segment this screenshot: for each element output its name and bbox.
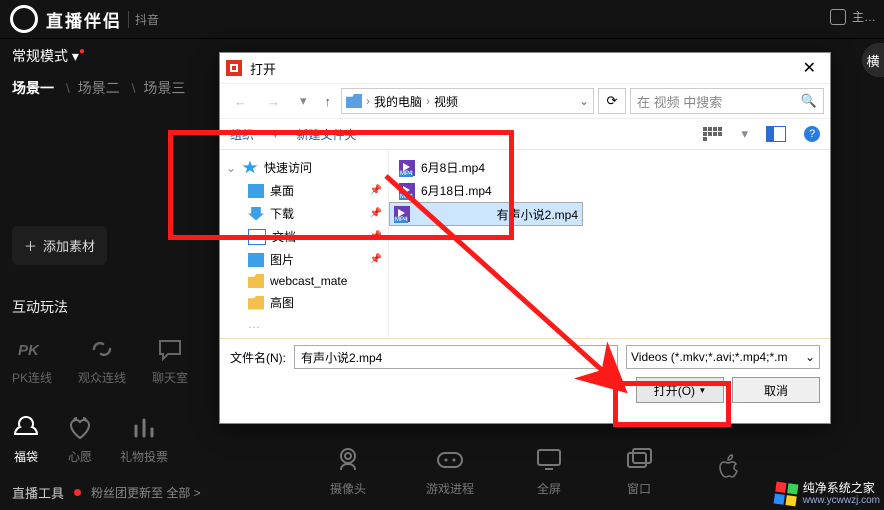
- topbar-icon[interactable]: [830, 9, 846, 25]
- breadcrumb[interactable]: › 我的电脑 › 视频 ⌄: [341, 88, 594, 114]
- source-game[interactable]: 游戏进程: [426, 444, 474, 497]
- chart-icon: [130, 414, 158, 442]
- dialog-title: 打开: [250, 59, 276, 78]
- filename-label: 文件名(N):: [230, 349, 286, 366]
- dialog-titlebar: 打开 ✕: [220, 53, 830, 83]
- refresh-button[interactable]: ⟳: [598, 88, 626, 114]
- monitor-icon: [534, 444, 564, 474]
- add-material-button[interactable]: ＋ 添加素材: [12, 226, 107, 265]
- tab-scene-1[interactable]: 场景一: [12, 80, 54, 96]
- watermark-name: 纯净系统之家: [803, 482, 880, 495]
- search-input[interactable]: 在 视频 中搜索 🔍: [630, 88, 824, 114]
- source-camera[interactable]: 摄像头: [330, 444, 366, 497]
- left-column: 常规模式 ▾● 场景一 \ 场景二 \ 场景三 ＋ 添加素材 互动玩法 PK P…: [0, 38, 214, 510]
- source-apple[interactable]: [714, 452, 744, 488]
- camera-icon: [333, 444, 363, 474]
- notification-dot-icon: [74, 489, 81, 496]
- source-window[interactable]: 窗口: [624, 444, 654, 497]
- annotation-highlight-open: [613, 381, 731, 427]
- watermark-logo-icon: [773, 481, 798, 506]
- window-icon: [624, 444, 654, 474]
- nav-recent-button[interactable]: ▾: [292, 89, 315, 113]
- tree-pictures[interactable]: 图片📌: [224, 248, 384, 271]
- tool-wish[interactable]: 心愿: [66, 414, 94, 465]
- pk-icon: PK: [18, 335, 46, 363]
- gamepad-icon: [435, 444, 465, 474]
- fans-news[interactable]: 粉丝团更新至 全部 >: [91, 484, 201, 501]
- tree-gaotu[interactable]: 高图: [224, 291, 384, 314]
- chat-icon: [156, 335, 184, 363]
- interactive-audience[interactable]: 观众连线: [78, 335, 126, 386]
- tool-gift-vote[interactable]: 礼物投票: [120, 414, 168, 465]
- app-brand-sub: 抖音: [128, 11, 159, 28]
- tree-more: …: [224, 314, 384, 334]
- watermark: 纯净系统之家 www.ycwwzj.com: [775, 482, 880, 506]
- topbar-label[interactable]: 主…: [852, 8, 876, 25]
- mode-selector[interactable]: 常规模式 ▾●: [12, 46, 202, 66]
- watermark-url: www.ycwwzj.com: [803, 495, 880, 506]
- link-icon: [88, 335, 116, 363]
- topbar: 直播伴侣 抖音 主…: [0, 0, 884, 39]
- app-logo-icon: [10, 5, 38, 33]
- live-tools-label[interactable]: 直播工具: [12, 483, 64, 502]
- interactive-pk[interactable]: PK PK连线: [12, 335, 52, 386]
- interactive-chatroom[interactable]: 聊天室: [152, 335, 188, 386]
- annotation-highlight-file: [168, 130, 514, 240]
- tree-webcast[interactable]: webcast_mate: [224, 271, 384, 291]
- bag-icon: [12, 414, 40, 442]
- nav-up-button[interactable]: ↑: [319, 90, 338, 113]
- interactive-row: PK PK连线 观众连线 聊天室: [12, 335, 202, 386]
- nav-forward-button[interactable]: →: [259, 90, 288, 113]
- plus-icon: ＋: [24, 236, 37, 255]
- dialog-app-icon: [226, 60, 242, 76]
- dialog-close-button[interactable]: ✕: [795, 56, 824, 80]
- search-icon: 🔍: [801, 93, 817, 109]
- filetype-select[interactable]: Videos (*.mkv;*.avi;*.mp4;*.m⌄: [626, 345, 820, 369]
- source-fullscreen[interactable]: 全屏: [534, 444, 564, 497]
- tab-scene-3[interactable]: 场景三: [143, 80, 185, 96]
- folder-icon: [346, 94, 362, 108]
- crumb-root[interactable]: 我的电脑: [374, 93, 422, 110]
- view-mode-button[interactable]: [703, 127, 723, 141]
- scene-tabs: 场景一 \ 场景二 \ 场景三: [12, 78, 202, 98]
- tools-row: 福袋 心愿 礼物投票: [12, 414, 202, 465]
- topbar-right: 主…: [830, 8, 876, 25]
- app-brand: 直播伴侣: [46, 7, 122, 32]
- add-material-label: 添加素材: [43, 236, 95, 255]
- filename-input[interactable]: [294, 345, 618, 369]
- nav-back-button[interactable]: ←: [226, 90, 255, 113]
- tool-lucky-bag[interactable]: 福袋: [12, 414, 40, 465]
- dialog-footer: 文件名(N): Videos (*.mkv;*.avi;*.mp4;*.m⌄ 打…: [220, 338, 830, 423]
- heart-icon: [66, 414, 94, 442]
- preview-pane-button[interactable]: [766, 126, 786, 142]
- dialog-nav: ← → ▾ ↑ › 我的电脑 › 视频 ⌄ ⟳ 在 视频 中搜索 🔍: [220, 83, 830, 119]
- bottom-status: 直播工具 粉丝团更新至 全部 >: [12, 483, 201, 502]
- crumb-folder[interactable]: 视频: [434, 93, 458, 110]
- help-button[interactable]: ?: [804, 126, 820, 142]
- apple-icon: [714, 452, 744, 482]
- search-placeholder: 在 视频 中搜索: [637, 92, 722, 111]
- cancel-button[interactable]: 取消: [732, 377, 820, 403]
- orientation-toggle[interactable]: 横: [862, 43, 884, 77]
- interactive-title: 互动玩法: [12, 297, 202, 317]
- tab-scene-2[interactable]: 场景二: [78, 80, 120, 96]
- svg-text:PK: PK: [18, 342, 40, 359]
